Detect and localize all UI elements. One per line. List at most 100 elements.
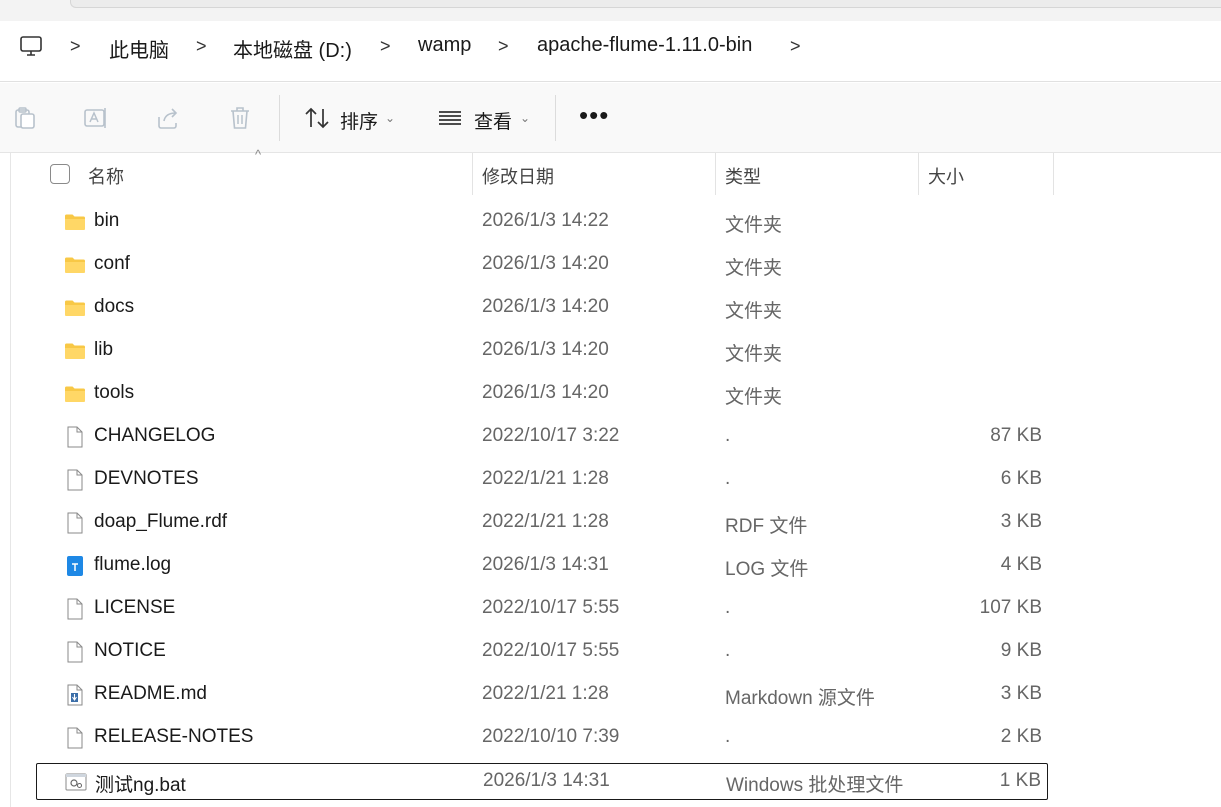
file-size: 87 KB [990, 425, 1042, 446]
column-header-name[interactable]: 名称 [88, 163, 124, 189]
file-row[interactable]: README.md 2022/1/21 1:28 Markdown 源文件 3 KB [36, 677, 1048, 714]
file-size: 3 KB [1000, 683, 1042, 704]
file-name: DEVNOTES [94, 468, 199, 489]
rename-icon[interactable] [83, 105, 109, 131]
chevron-right-icon[interactable]: > [498, 36, 512, 56]
paste-icon[interactable] [12, 105, 38, 131]
folder-icon [64, 211, 86, 233]
folder-icon [64, 383, 86, 405]
delete-icon[interactable] [227, 105, 253, 131]
tab-strip [70, 0, 1221, 8]
chevron-down-icon[interactable]: ⌄ [385, 111, 395, 125]
column-resize-handle[interactable] [472, 153, 473, 195]
breadcrumb-item-wamp[interactable]: wamp [418, 34, 471, 57]
file-modified-date: 2026/1/3 14:20 [482, 382, 609, 403]
this-pc-icon[interactable] [19, 34, 43, 58]
select-all-checkbox[interactable] [50, 164, 70, 184]
file-row[interactable]: RELEASE-NOTES 2022/10/10 7:39. 2 KB [36, 720, 1048, 757]
file-modified-date: 2022/10/17 5:55 [482, 640, 620, 661]
file-type: . [725, 640, 731, 661]
file-row[interactable]: NOTICE 2022/10/17 5:55. 9 KB [36, 634, 1048, 671]
navigation-pane-edge [10, 153, 11, 807]
chevron-right-icon[interactable]: > [196, 36, 210, 56]
breadcrumb-item-apache-flume[interactable]: apache-flume-1.11.0-bin [537, 34, 752, 57]
column-header-type[interactable]: 类型 [725, 163, 761, 189]
file-name: LICENSE [94, 597, 176, 618]
title-strip [0, 0, 1221, 21]
file-row[interactable]: CHANGELOG 2022/10/17 3:22. 87 KB [36, 419, 1048, 456]
file-name: conf [94, 253, 130, 274]
breadcrumb-item-drive-d[interactable]: 本地磁盘 (D:) [233, 34, 352, 63]
view-icon[interactable] [437, 105, 463, 131]
column-resize-handle[interactable] [918, 153, 919, 195]
file-list: ^ 名称 修改日期 类型 大小 bin 2026/1/3 14:22 文件夹 conf… [0, 147, 1221, 807]
folder-icon [64, 297, 86, 319]
file-type: . [725, 468, 731, 489]
file-icon [64, 426, 86, 448]
file-name: lib [94, 339, 114, 360]
file-modified-date: 2026/1/3 14:20 [482, 339, 609, 360]
column-resize-handle[interactable] [1053, 153, 1054, 195]
file-row[interactable]: tools 2026/1/3 14:20 文件夹 [36, 376, 1048, 413]
more-options-button[interactable]: ••• [579, 100, 609, 131]
file-name: NOTICE [94, 640, 166, 661]
breadcrumb-item-this-pc[interactable]: 此电脑 [109, 34, 169, 63]
file-row[interactable]: conf 2026/1/3 14:20 文件夹 [36, 247, 1048, 284]
file-size: 2 KB [1000, 726, 1042, 747]
file-row[interactable]: flume.log 2026/1/3 14:31 LOG 文件 4 KB [36, 548, 1048, 585]
file-type: . [725, 425, 731, 446]
markdown-file-icon [64, 684, 86, 706]
column-header-modified[interactable]: 修改日期 [482, 163, 554, 189]
file-name: CHANGELOG [94, 425, 216, 446]
file-modified-date: 2026/1/3 14:20 [482, 253, 609, 274]
file-size: 1 KB [999, 770, 1041, 791]
file-name: RELEASE-NOTES [94, 726, 254, 747]
file-modified-date: 2022/1/21 1:28 [482, 511, 609, 532]
file-modified-date: 2022/10/17 3:22 [482, 425, 620, 446]
file-type: RDF 文件 [725, 516, 808, 537]
file-size: 4 KB [1000, 554, 1042, 575]
column-header-size[interactable]: 大小 [928, 163, 964, 189]
file-row[interactable]: 测试ng.bat 2026/1/3 14:31 Windows 批处理文件 1 KB [36, 763, 1048, 800]
chevron-down-icon[interactable]: ⌄ [520, 111, 530, 125]
column-resize-handle[interactable] [715, 153, 716, 195]
file-modified-date: 2026/1/3 14:31 [482, 554, 609, 575]
file-type: 文件夹 [725, 301, 783, 322]
file-name: bin [94, 210, 120, 231]
file-modified-date: 2022/1/21 1:28 [482, 683, 609, 704]
file-icon [64, 469, 86, 491]
chevron-right-icon[interactable]: > [70, 36, 84, 56]
file-row[interactable]: DEVNOTES 2022/1/21 1:28. 6 KB [36, 462, 1048, 499]
file-modified-date: 2026/1/3 14:20 [482, 296, 609, 317]
chevron-right-icon[interactable]: > [380, 36, 394, 56]
text-file-icon [64, 555, 86, 577]
file-modified-date: 2022/10/17 5:55 [482, 597, 620, 618]
folder-icon [64, 254, 86, 276]
file-name: 测试ng.bat [95, 775, 186, 796]
file-icon [64, 598, 86, 620]
file-row[interactable]: lib 2026/1/3 14:20 文件夹 [36, 333, 1048, 370]
chevron-right-icon[interactable]: > [790, 36, 804, 56]
file-name: tools [94, 382, 135, 403]
breadcrumb: > 此电脑 > 本地磁盘 (D:) > wamp > apache-flume-… [0, 21, 1221, 82]
column-header-row: ^ 名称 修改日期 类型 大小 [0, 147, 1221, 197]
toolbar-divider [279, 95, 280, 141]
file-row[interactable]: docs 2026/1/3 14:20 文件夹 [36, 290, 1048, 327]
command-bar: 排序 ⌄ 查看 ⌄ ••• [0, 83, 1221, 153]
sort-icon[interactable] [304, 105, 330, 131]
file-modified-date: 2022/10/10 7:39 [482, 726, 620, 747]
file-row[interactable]: LICENSE 2022/10/17 5:55. 107 KB [36, 591, 1048, 628]
file-type: 文件夹 [725, 215, 783, 236]
file-type: 文件夹 [725, 258, 783, 279]
sort-button[interactable]: 排序 [340, 107, 378, 134]
file-row[interactable]: doap_Flume.rdf 2022/1/21 1:28 RDF 文件 3 KB [36, 505, 1048, 542]
file-type: 文件夹 [725, 387, 783, 408]
file-type: . [725, 597, 731, 618]
view-button[interactable]: 查看 [474, 107, 512, 134]
file-icon [64, 512, 86, 534]
file-size: 3 KB [1000, 511, 1042, 532]
share-icon[interactable] [155, 105, 181, 131]
file-row[interactable]: bin 2026/1/3 14:22 文件夹 [36, 204, 1048, 241]
file-type: Markdown 源文件 [725, 688, 875, 709]
file-name: docs [94, 296, 135, 317]
